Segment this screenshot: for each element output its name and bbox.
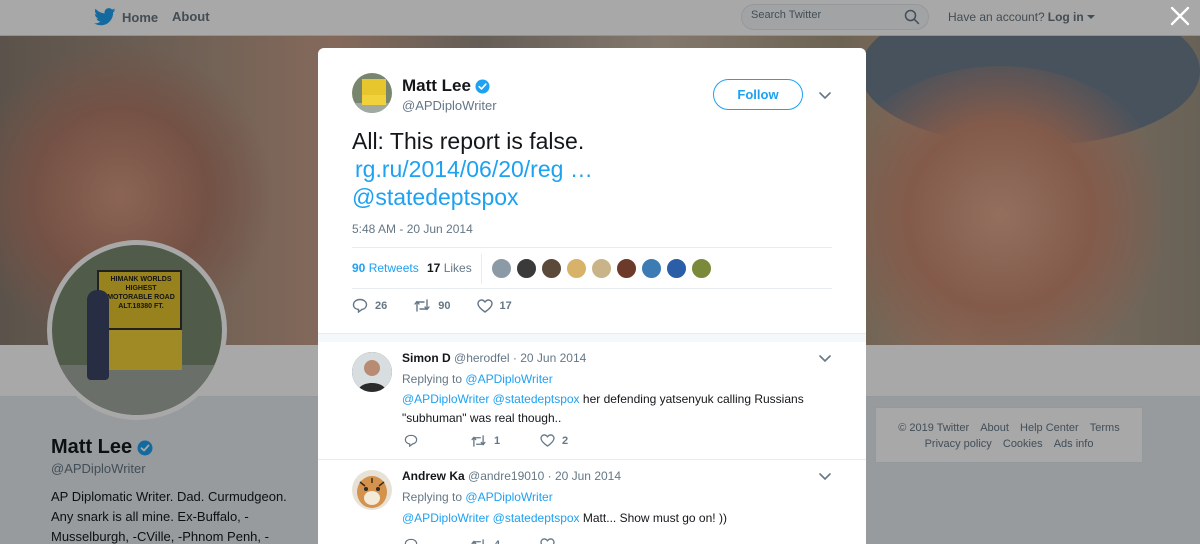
replies-separator bbox=[318, 333, 866, 342]
tweet-modal: Matt Lee @APDiploWriter Follow All: This… bbox=[318, 48, 866, 544]
reply-author-handle[interactable]: @herodfel bbox=[454, 351, 510, 365]
like-action[interactable]: 2 bbox=[540, 434, 568, 447]
like-count: 17 bbox=[499, 299, 512, 312]
liker-avatar[interactable] bbox=[691, 258, 712, 279]
liker-avatar[interactable] bbox=[616, 258, 637, 279]
liker-avatar[interactable] bbox=[591, 258, 612, 279]
chevron-down-icon[interactable] bbox=[819, 355, 831, 363]
reply-count: 26 bbox=[375, 299, 388, 312]
reply-action[interactable]: 26 bbox=[352, 298, 387, 313]
likes-label: Likes bbox=[443, 261, 472, 275]
reply-mentions[interactable]: @APDiploWriter @statedeptspox bbox=[402, 511, 580, 525]
reply-actions: 4 bbox=[404, 538, 562, 544]
author-name[interactable]: Matt Lee bbox=[402, 76, 490, 96]
retweet-icon bbox=[471, 434, 486, 447]
liker-avatar[interactable] bbox=[541, 258, 562, 279]
reply-avatar-portrait bbox=[352, 352, 392, 392]
tweet-stats: 90 Retweets 17 Likes bbox=[352, 247, 832, 289]
reply-action[interactable] bbox=[404, 538, 470, 544]
reply-text: Matt... Show must go on! )) bbox=[582, 511, 727, 525]
replying-to: Replying to @APDiploWriter bbox=[402, 490, 553, 504]
replying-to-link[interactable]: @APDiploWriter bbox=[465, 490, 552, 504]
like-count: 2 bbox=[562, 434, 569, 447]
liker-avatar[interactable] bbox=[566, 258, 587, 279]
reply-avatar[interactable] bbox=[352, 352, 392, 392]
liker-avatar[interactable] bbox=[641, 258, 662, 279]
reply-header: Andrew Ka @andre19010 · 20 Jun 2014 bbox=[402, 469, 622, 483]
close-icon[interactable] bbox=[1168, 4, 1192, 28]
reply-icon bbox=[404, 538, 418, 544]
retweets-count: 90 bbox=[352, 261, 366, 275]
heart-icon bbox=[476, 298, 493, 313]
retweet-action[interactable]: 4 bbox=[470, 539, 540, 544]
liker-avatars bbox=[491, 258, 712, 279]
tweet-mention[interactable]: @statedeptspox bbox=[352, 183, 822, 211]
like-action[interactable]: 17 bbox=[476, 298, 512, 313]
reply-tweet[interactable]: Andrew Ka @andre19010 · 20 Jun 2014 Repl… bbox=[318, 460, 866, 544]
reply-avatar[interactable] bbox=[352, 470, 392, 510]
tweet-timestamp[interactable]: 5:48 AM - 20 Jun 2014 bbox=[352, 222, 473, 236]
stats-divider bbox=[481, 254, 482, 284]
retweet-icon bbox=[471, 538, 484, 544]
follow-button[interactable]: Follow bbox=[713, 79, 803, 110]
reply-header: Simon D @herodfel · 20 Jun 2014 bbox=[402, 351, 587, 365]
author-avatar[interactable] bbox=[352, 73, 392, 113]
retweets-label: Retweets bbox=[368, 261, 419, 275]
retweet-action[interactable]: 1 bbox=[470, 435, 540, 447]
likes-count: 17 bbox=[427, 261, 441, 275]
retweet-count: 1 bbox=[494, 434, 501, 447]
verified-badge-icon bbox=[475, 78, 490, 94]
replying-to-link[interactable]: @APDiploWriter bbox=[465, 372, 552, 386]
retweet-icon bbox=[414, 299, 430, 312]
reply-icon bbox=[404, 434, 418, 447]
like-action[interactable] bbox=[540, 538, 562, 544]
chevron-down-icon[interactable] bbox=[819, 92, 831, 100]
tweet-body-text: All: This report is false. bbox=[352, 128, 585, 154]
reply-date[interactable]: 20 Jun 2014 bbox=[555, 469, 621, 483]
reply-date[interactable]: 20 Jun 2014 bbox=[520, 351, 586, 365]
reply-author-name[interactable]: Andrew Ka bbox=[402, 469, 465, 483]
likes-stat[interactable]: 17 Likes bbox=[427, 261, 472, 275]
tiger-avatar-portrait bbox=[352, 470, 392, 510]
chevron-down-icon[interactable] bbox=[819, 473, 831, 481]
heart-icon bbox=[540, 538, 555, 544]
reply-author-name[interactable]: Simon D bbox=[402, 351, 451, 365]
reply-mentions[interactable]: @APDiploWriter @statedeptspox bbox=[402, 392, 580, 406]
replying-to: Replying to @APDiploWriter bbox=[402, 372, 553, 386]
replying-to-prefix: Replying to bbox=[402, 490, 463, 504]
tweet-text: All: This report is false. rg.ru/2014/06… bbox=[352, 127, 822, 211]
liker-avatar[interactable] bbox=[666, 258, 687, 279]
reply-action[interactable] bbox=[404, 434, 470, 447]
tweet-actions: 26 90 17 bbox=[352, 298, 538, 313]
author-handle[interactable]: @APDiploWriter bbox=[402, 98, 497, 113]
reply-icon bbox=[352, 298, 368, 313]
replying-to-prefix: Replying to bbox=[402, 372, 463, 386]
author-name-text: Matt Lee bbox=[402, 76, 471, 95]
retweet-count: 4 bbox=[494, 539, 500, 544]
retweet-action[interactable]: 90 bbox=[413, 299, 451, 312]
reply-author-handle[interactable]: @andre19010 bbox=[468, 469, 544, 483]
author-avatar-wall bbox=[362, 95, 386, 105]
author-avatar-sign bbox=[362, 79, 386, 95]
reply-actions: 1 2 bbox=[404, 434, 568, 447]
reply-tweet[interactable]: Simon D @herodfel · 20 Jun 2014 Replying… bbox=[318, 342, 866, 458]
reply-body: @APDiploWriter @statedeptspox Matt... Sh… bbox=[402, 509, 822, 528]
heart-icon bbox=[540, 434, 555, 447]
retweets-stat[interactable]: 90 Retweets bbox=[352, 261, 419, 275]
liker-avatar[interactable] bbox=[516, 258, 537, 279]
retweet-count: 90 bbox=[438, 299, 451, 312]
tweet-link[interactable]: rg.ru/2014/06/20/reg … bbox=[352, 155, 822, 183]
reply-body: @APDiploWriter @statedeptspox her defend… bbox=[402, 390, 822, 428]
liker-avatar[interactable] bbox=[491, 258, 512, 279]
